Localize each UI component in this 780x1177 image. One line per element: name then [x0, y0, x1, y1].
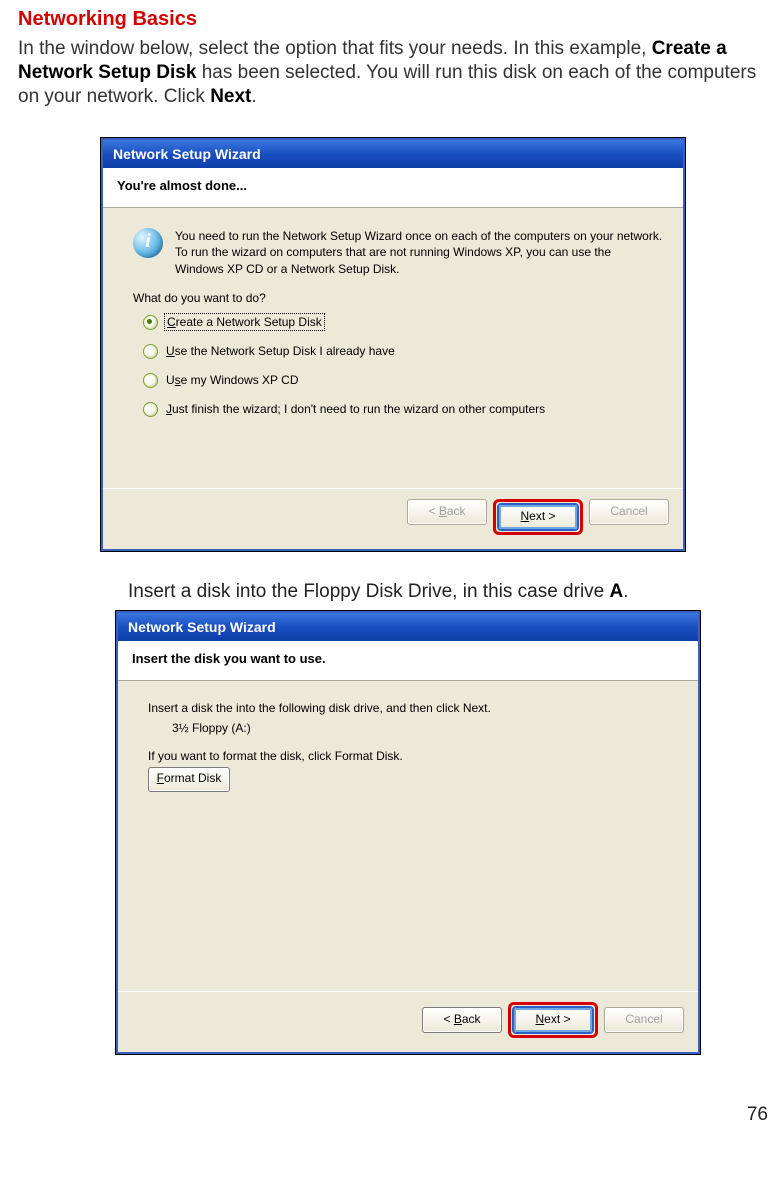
page-number: 76	[0, 1084, 780, 1136]
back-button[interactable]: < Back	[422, 1007, 502, 1033]
info-icon	[133, 228, 163, 258]
radio-icon	[143, 315, 158, 330]
radio-label: Use the Network Setup Disk I already hav…	[166, 344, 395, 358]
radio-option-create-disk[interactable]: Create a Network Setup Disk	[143, 315, 663, 330]
wizard-footer-2: < Back Next > Cancel	[118, 991, 698, 1052]
next-button[interactable]: Next >	[513, 1007, 593, 1033]
instruction-line-1: Insert a disk the into the following dis…	[148, 701, 678, 715]
drive-name: 3½ Floppy (A:)	[172, 721, 678, 735]
radio-label: Create a Network Setup Disk	[166, 315, 323, 329]
instruction-line-2: If you want to format the disk, click Fo…	[148, 749, 678, 763]
radio-option-use-cd[interactable]: Use my Windows XP CD	[143, 373, 663, 388]
wizard-body-2: Insert a disk the into the following dis…	[118, 681, 698, 991]
back-button[interactable]: < Back	[407, 499, 487, 525]
wizard-footer-1: < Back Next > Cancel	[103, 488, 683, 549]
radio-icon	[143, 373, 158, 388]
intro-text-1: In the window below, select the option t…	[18, 38, 652, 59]
wizard-window-1: Network Setup Wizard You're almost done.…	[101, 138, 685, 551]
radio-icon	[143, 402, 158, 417]
window-title-2: Network Setup Wizard	[128, 619, 276, 635]
titlebar-1: Network Setup Wizard	[103, 140, 683, 168]
window-title-1: Network Setup Wizard	[113, 146, 261, 162]
info-text: You need to run the Network Setup Wizard…	[175, 228, 663, 277]
prompt-text: What do you want to do?	[133, 291, 663, 305]
section-heading: Networking Basics	[18, 8, 768, 31]
titlebar-2: Network Setup Wizard	[118, 613, 698, 641]
mid-caption: Insert a disk into the Floppy Disk Drive…	[128, 581, 768, 603]
cancel-button[interactable]: Cancel	[604, 1007, 684, 1033]
wizard-body-1: You need to run the Network Setup Wizard…	[103, 208, 683, 488]
radio-option-just-finish[interactable]: Just finish the wizard; I don't need to …	[143, 402, 663, 417]
wizard-header-1: You're almost done...	[103, 168, 683, 208]
radio-option-use-existing-disk[interactable]: Use the Network Setup Disk I already hav…	[143, 344, 663, 359]
next-button-highlight: Next >	[493, 499, 583, 535]
mid-caption-end: .	[623, 581, 628, 602]
format-disk-button[interactable]: Format Disk	[148, 767, 230, 792]
intro-bold-2: Next	[210, 86, 251, 107]
next-button[interactable]: Next >	[498, 504, 578, 530]
intro-text-3: .	[251, 86, 256, 107]
radio-icon	[143, 344, 158, 359]
mid-caption-text: Insert a disk into the Floppy Disk Drive…	[128, 581, 610, 602]
wizard-header-text-2: Insert the disk you want to use.	[132, 651, 684, 666]
wizard-window-2: Network Setup Wizard Insert the disk you…	[116, 611, 700, 1054]
next-button-highlight: Next >	[508, 1002, 598, 1038]
intro-paragraph: In the window below, select the option t…	[18, 37, 768, 108]
wizard-header-2: Insert the disk you want to use.	[118, 641, 698, 681]
cancel-button[interactable]: Cancel	[589, 499, 669, 525]
radio-label: Just finish the wizard; I don't need to …	[166, 402, 545, 416]
radio-label: Use my Windows XP CD	[166, 373, 298, 387]
mid-caption-bold: A	[610, 581, 624, 602]
wizard-header-text-1: You're almost done...	[117, 178, 669, 193]
